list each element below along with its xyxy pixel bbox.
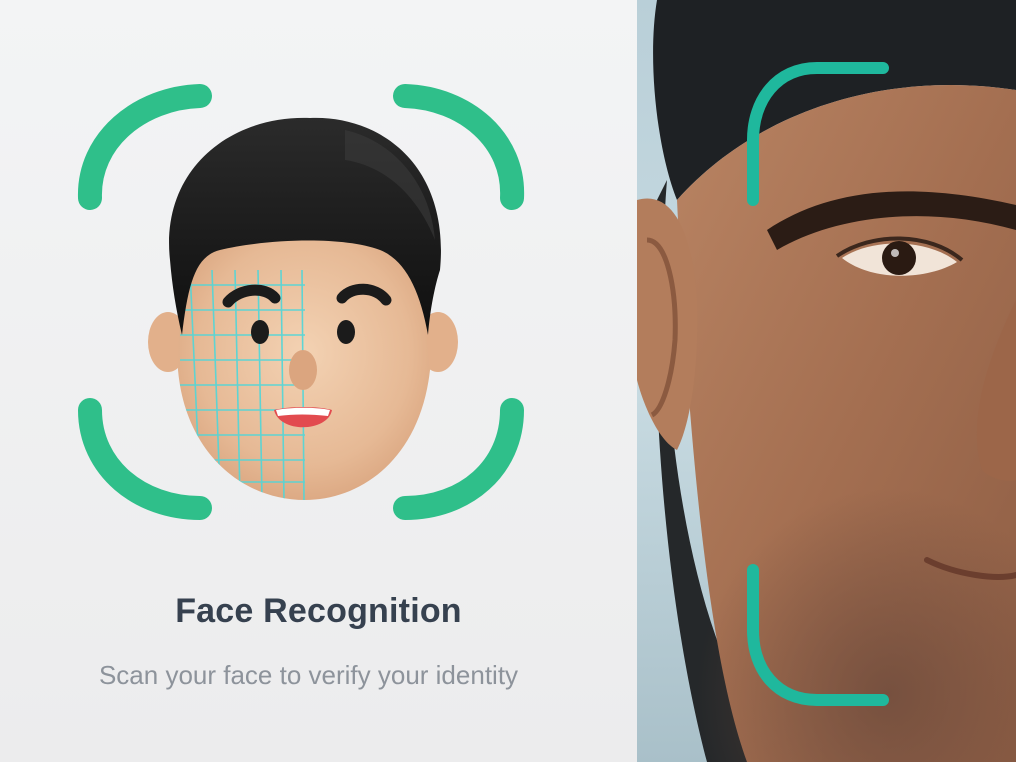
onboarding-card: Face Recognition Scan your face to verif… (0, 0, 637, 762)
face-scan-illustration (78, 84, 525, 520)
face-recognition-screen: Face Recognition Scan your face to verif… (0, 0, 1016, 762)
3d-avatar-face-icon (148, 117, 458, 500)
page-title: Face Recognition (175, 592, 462, 630)
corner-bottom-left (78, 398, 212, 520)
face-photo (637, 0, 1016, 762)
page-subtitle: Scan your face to verify your identity (98, 660, 519, 690)
face-photo-panel (637, 0, 1016, 762)
corner-bottom-right (393, 398, 524, 520)
corner-top-left (78, 84, 212, 210)
